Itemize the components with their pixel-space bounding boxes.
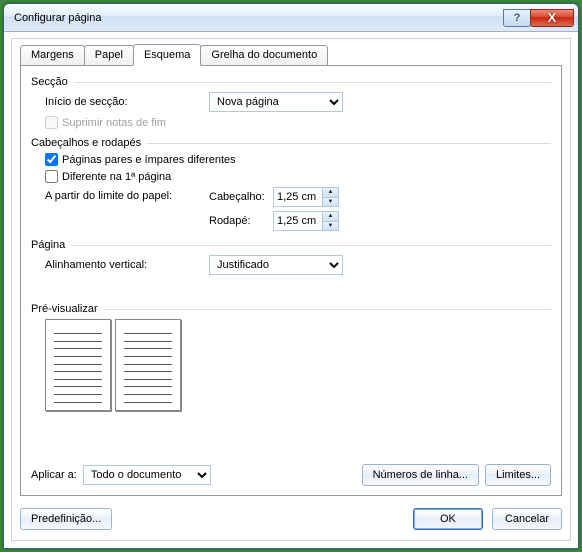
- titlebar[interactable]: Configurar página ? X: [4, 4, 578, 32]
- preview-area: [45, 319, 551, 411]
- group-preview: Pré-visualizar: [31, 303, 98, 315]
- footer-distance-label: Rodapé:: [209, 215, 273, 227]
- suppress-endnotes-label: Suprimir notas de fim: [62, 117, 166, 129]
- first-page-label: Diferente na 1ª página: [62, 171, 171, 183]
- cancel-button[interactable]: Cancelar: [492, 508, 562, 530]
- spin-up-icon[interactable]: ▲: [323, 188, 338, 198]
- spin-down-icon[interactable]: ▼: [323, 222, 338, 231]
- first-page-checkbox[interactable]: [45, 170, 58, 183]
- line-numbers-button[interactable]: Números de linha...: [362, 464, 479, 486]
- group-page: Página: [31, 239, 65, 251]
- preview-page-right: [115, 319, 181, 411]
- spin-up-icon[interactable]: ▲: [323, 212, 338, 222]
- default-button[interactable]: Predefinição...: [20, 508, 112, 530]
- header-distance-label: Cabeçalho:: [209, 191, 273, 203]
- window-title: Configurar página: [14, 12, 504, 24]
- dialog-window: Configurar página ? X Margens Papel Esqu…: [3, 3, 579, 549]
- help-button[interactable]: ?: [503, 9, 531, 27]
- ok-button[interactable]: OK: [413, 508, 483, 530]
- valign-label: Alinhamento vertical:: [45, 259, 209, 271]
- section-start-select[interactable]: Nova página: [209, 92, 343, 112]
- close-button[interactable]: X: [530, 9, 574, 27]
- apply-to-label: Aplicar a:: [31, 469, 77, 481]
- client-area: Margens Papel Esquema Grelha do document…: [11, 38, 571, 541]
- tab-panel-esquema: Secção Início de secção: Nova página Sup…: [20, 65, 562, 496]
- valign-select[interactable]: Justificado: [209, 255, 343, 275]
- section-start-label: Início de secção:: [45, 96, 209, 108]
- preview-page-left: [45, 319, 111, 411]
- from-edge-label: A partir do limite do papel:: [45, 187, 209, 202]
- tab-esquema[interactable]: Esquema: [133, 44, 201, 66]
- suppress-endnotes-checkbox: [45, 116, 58, 129]
- odd-even-checkbox[interactable]: [45, 153, 58, 166]
- footer-distance-input[interactable]: [273, 211, 323, 231]
- tab-papel[interactable]: Papel: [84, 45, 134, 66]
- borders-button[interactable]: Limites...: [485, 464, 551, 486]
- tab-strip: Margens Papel Esquema Grelha do document…: [20, 45, 327, 66]
- odd-even-label: Páginas pares e ímpares diferentes: [62, 154, 236, 166]
- apply-to-select[interactable]: Todo o documento: [83, 465, 211, 485]
- header-distance-input[interactable]: [273, 187, 323, 207]
- tab-grelha[interactable]: Grelha do documento: [200, 45, 328, 66]
- group-headers: Cabeçalhos e rodapés: [31, 137, 141, 149]
- group-section: Secção: [31, 76, 68, 88]
- spin-down-icon[interactable]: ▼: [323, 198, 338, 207]
- tab-margens[interactable]: Margens: [20, 45, 85, 66]
